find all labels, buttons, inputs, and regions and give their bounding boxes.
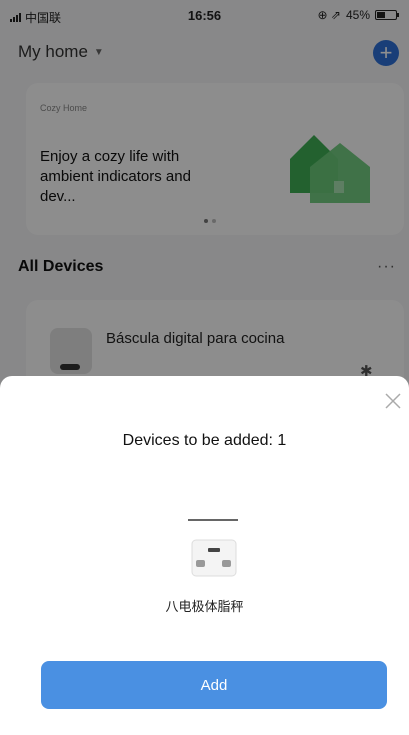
close-icon[interactable] — [384, 392, 402, 410]
add-button[interactable]: Add — [41, 661, 387, 709]
add-devices-sheet: Devices to be added: 1 八电极体脂秤 Add — [0, 376, 409, 735]
body-fat-scale-image — [188, 519, 238, 577]
sheet-title: Devices to be added: 1 — [122, 432, 287, 449]
device-label: 八电极体脂秤 — [165, 599, 244, 614]
